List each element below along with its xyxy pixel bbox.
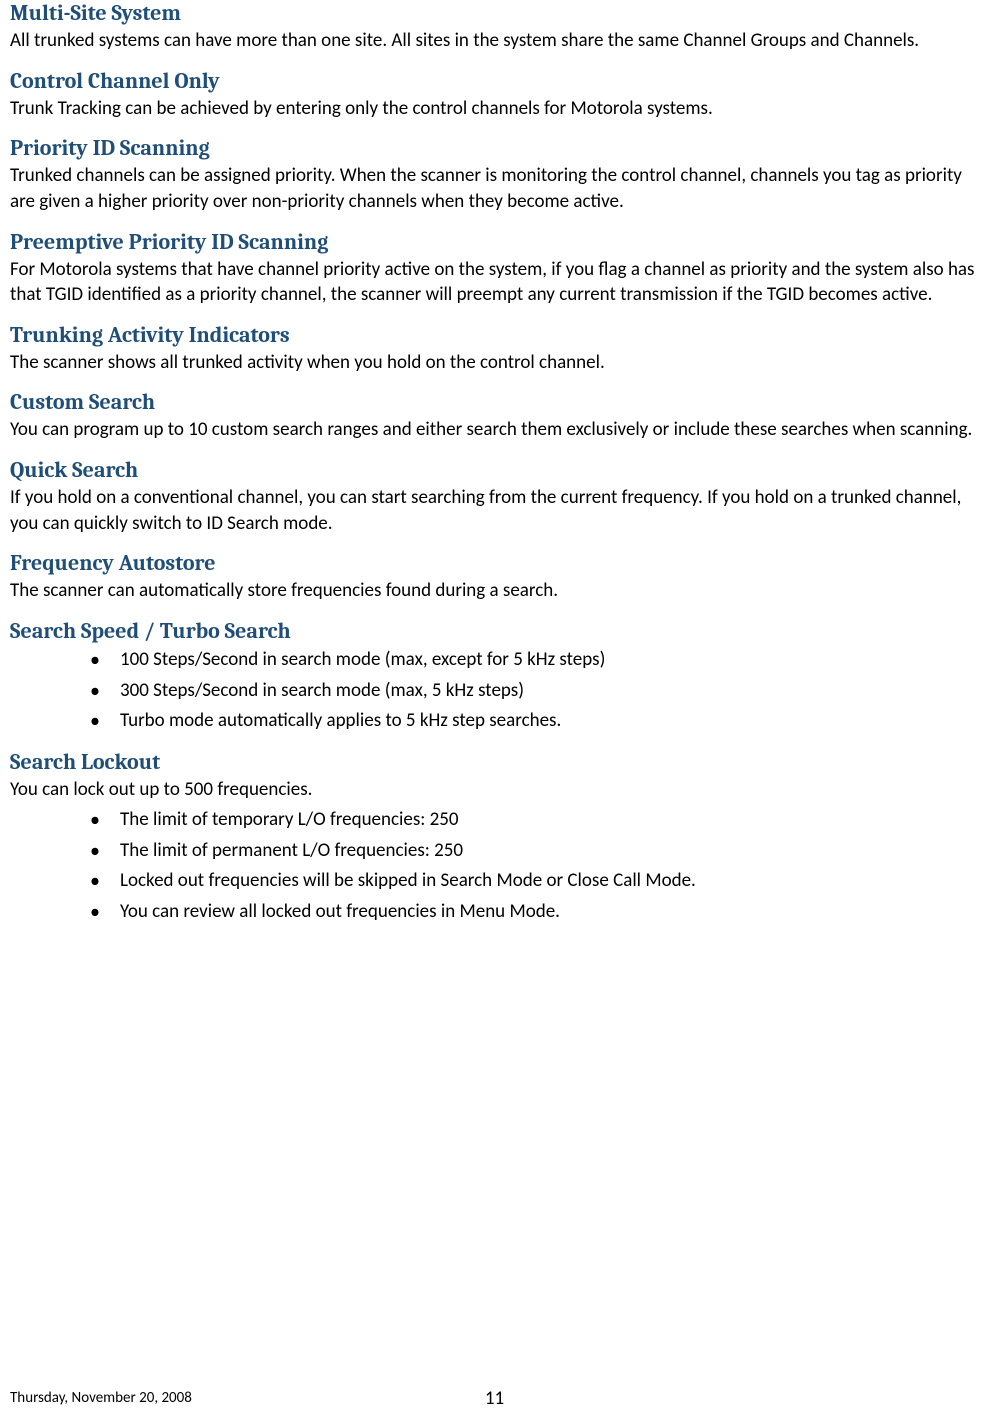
section-body: You can lock out up to 500 frequencies. <box>10 777 979 803</box>
section-heading: Control Channel Only <box>10 68 979 94</box>
section-heading: Preemptive Priority ID Scanning <box>10 229 979 255</box>
section-body: You can program up to 10 custom search r… <box>10 417 979 443</box>
section-heading: Multi-Site System <box>10 0 979 26</box>
section-body: If you hold on a conventional channel, y… <box>10 485 979 536</box>
section-body: The scanner can automatically store freq… <box>10 578 979 604</box>
footer-date: Thursday, November 20, 2008 <box>10 1389 192 1407</box>
page-footer: Thursday, November 20, 2008 11 <box>10 1389 979 1407</box>
document-content: Multi-Site System All trunked systems ca… <box>10 0 979 926</box>
section-body: The scanner shows all trunked activity w… <box>10 350 979 376</box>
list-item: The limit of permanent L/O frequencies: … <box>120 837 979 865</box>
section-heading: Priority ID Scanning <box>10 135 979 161</box>
section-heading: Search Speed / Turbo Search <box>10 618 979 644</box>
section-body: All trunked systems can have more than o… <box>10 28 979 54</box>
bullet-list: The limit of temporary L/O frequencies: … <box>10 806 979 925</box>
section-heading: Quick Search <box>10 457 979 483</box>
section-body: For Motorola systems that have channel p… <box>10 257 979 308</box>
list-item: Locked out frequencies will be skipped i… <box>120 867 979 895</box>
section-heading: Trunking Activity Indicators <box>10 322 979 348</box>
page-number: 11 <box>485 1387 504 1410</box>
list-item: The limit of temporary L/O frequencies: … <box>120 806 979 834</box>
section-body: Trunked channels can be assigned priorit… <box>10 163 979 214</box>
list-item: 100 Steps/Second in search mode (max, ex… <box>120 646 979 674</box>
list-item: You can review all locked out frequencie… <box>120 898 979 926</box>
section-body: Trunk Tracking can be achieved by enteri… <box>10 96 979 122</box>
section-heading: Frequency Autostore <box>10 550 979 576</box>
section-heading: Custom Search <box>10 389 979 415</box>
bullet-list: 100 Steps/Second in search mode (max, ex… <box>10 646 979 735</box>
list-item: 300 Steps/Second in search mode (max, 5 … <box>120 677 979 705</box>
list-item: Turbo mode automatically applies to 5 kH… <box>120 707 979 735</box>
section-heading: Search Lockout <box>10 749 979 775</box>
